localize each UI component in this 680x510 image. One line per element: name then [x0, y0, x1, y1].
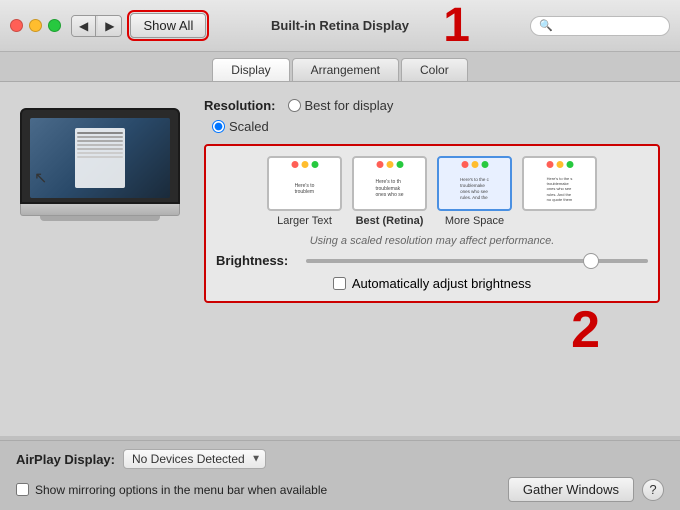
dot-yellow-2 — [386, 161, 393, 168]
resolution-row: Resolution: Best for display — [204, 98, 660, 113]
dot-green-4 — [566, 161, 573, 168]
dot-green — [311, 161, 318, 168]
mirror-check-row: Show mirroring options in the menu bar w… — [16, 483, 327, 497]
larger-text-label: Larger Text — [277, 215, 332, 227]
bottom-row: Show mirroring options in the menu bar w… — [16, 477, 664, 502]
mirror-checkbox[interactable] — [16, 483, 29, 496]
best-retina-selected-thumb: Here's to the ctroublemakeones who seeru… — [437, 156, 512, 211]
search-input[interactable] — [557, 19, 661, 33]
search-box[interactable]: 🔍 — [530, 16, 670, 36]
extra-thumb: Here's to the stroublemakeones who seeru… — [522, 156, 597, 211]
thumb-dots-4 — [546, 161, 573, 168]
thumb-text-4: Here's to the stroublemakeones who seeru… — [544, 162, 576, 205]
dot-red — [291, 161, 298, 168]
title-bar: ◀ ▶ Show All 1 Built-in Retina Display 🔍 — [0, 0, 680, 52]
tabs-bar: Display Arrangement Color — [0, 52, 680, 82]
scaled-row: Scaled — [212, 119, 660, 134]
brightness-slider[interactable] — [306, 259, 648, 263]
more-space-label: More Space — [445, 215, 504, 227]
scaled-option[interactable]: Scaled — [212, 119, 269, 134]
best-retina-label: Best (Retina) — [356, 215, 424, 227]
laptop-display — [30, 118, 170, 198]
thumb-text-2: Here's to thtroublemakones who se — [372, 165, 406, 202]
best-for-display-option[interactable]: Best for display — [288, 98, 394, 113]
airplay-dropdown[interactable]: No Devices Detected — [123, 449, 266, 469]
dot-green-3 — [481, 161, 488, 168]
best-retina-selected-option[interactable]: Here's to the ctroublemakeones who seeru… — [437, 156, 512, 227]
dot-yellow — [301, 161, 308, 168]
airplay-dropdown-wrapper: No Devices Detected // populate select c… — [123, 449, 266, 469]
extra-option[interactable]: Here's to the stroublemakeones who seeru… — [522, 156, 597, 227]
window-title: Built-in Retina Display — [271, 18, 409, 33]
dot-red-2 — [376, 161, 383, 168]
best-retina-thumb: Here's to thtroublemakones who se — [352, 156, 427, 211]
best-for-display-radio[interactable] — [288, 99, 301, 112]
scaled-label: Scaled — [229, 119, 269, 134]
thumb-dots-3 — [461, 161, 488, 168]
resolution-thumbnails: Here's totroublem Larger Text — [216, 156, 648, 227]
gather-windows-button[interactable]: Gather Windows — [508, 477, 634, 502]
help-button[interactable]: ? — [642, 479, 664, 501]
main-content: ↖ Resolution: Best for display Scaled — [0, 82, 680, 436]
back-button[interactable]: ◀ — [72, 16, 96, 36]
forward-button[interactable]: ▶ — [98, 16, 121, 36]
laptop-screen — [20, 108, 180, 204]
content-area: ↖ Resolution: Best for display Scaled — [20, 98, 660, 313]
resolution-label: Resolution: — [204, 98, 276, 113]
laptop-base — [20, 204, 180, 216]
larger-text-thumb: Here's totroublem — [267, 156, 342, 211]
dot-yellow-3 — [471, 161, 478, 168]
resolution-options-box: Here's totroublem Larger Text — [204, 144, 660, 303]
bottom-right: Gather Windows ? — [508, 477, 664, 502]
dot-green-2 — [396, 161, 403, 168]
airplay-row: AirPlay Display: No Devices Detected // … — [16, 449, 664, 469]
search-icon: 🔍 — [539, 19, 553, 32]
thumb-text: Here's totroublem — [292, 169, 318, 199]
auto-brightness-row: Automatically adjust brightness — [216, 276, 648, 291]
screen-content — [30, 118, 170, 198]
best-retina-option[interactable]: Here's to thtroublemakones who se Best (… — [352, 156, 427, 227]
auto-brightness-label: Automatically adjust brightness — [352, 276, 531, 291]
dot-red-3 — [461, 161, 468, 168]
tab-display[interactable]: Display — [212, 58, 289, 81]
maximize-button[interactable] — [48, 19, 61, 32]
thumb-dots-2 — [376, 161, 403, 168]
settings-panel: Resolution: Best for display Scaled — [204, 98, 660, 313]
minimize-button[interactable] — [29, 19, 42, 32]
dot-red-4 — [546, 161, 553, 168]
thumb-dots — [291, 161, 318, 168]
tab-color[interactable]: Color — [401, 58, 468, 81]
airplay-label: AirPlay Display: — [16, 452, 115, 467]
show-all-button[interactable]: Show All — [130, 13, 206, 38]
best-for-display-label: Best for display — [305, 98, 394, 113]
brightness-row: Brightness: — [216, 253, 648, 268]
thumb-text-3: Here's to the ctroublemakeones who seeru… — [457, 163, 492, 203]
laptop-foot — [40, 216, 160, 221]
close-button[interactable] — [10, 19, 23, 32]
performance-note: Using a scaled resolution may affect per… — [216, 235, 648, 247]
laptop-thumbnail: ↖ — [20, 108, 180, 221]
dot-yellow-4 — [556, 161, 563, 168]
scaled-radio[interactable] — [212, 120, 225, 133]
traffic-lights — [10, 19, 61, 32]
bottom-bar: AirPlay Display: No Devices Detected // … — [0, 440, 680, 510]
nav-buttons: ◀ ▶ — [71, 15, 122, 37]
larger-text-option[interactable]: Here's totroublem Larger Text — [267, 156, 342, 227]
brightness-label: Brightness: — [216, 253, 296, 268]
doc-mini — [75, 128, 125, 188]
mirror-label: Show mirroring options in the menu bar w… — [35, 483, 327, 497]
cursor-icon: ↖ — [34, 168, 47, 188]
auto-brightness-checkbox[interactable] — [333, 277, 346, 290]
tab-arrangement[interactable]: Arrangement — [292, 58, 399, 81]
label-1: 1 — [443, 2, 470, 50]
